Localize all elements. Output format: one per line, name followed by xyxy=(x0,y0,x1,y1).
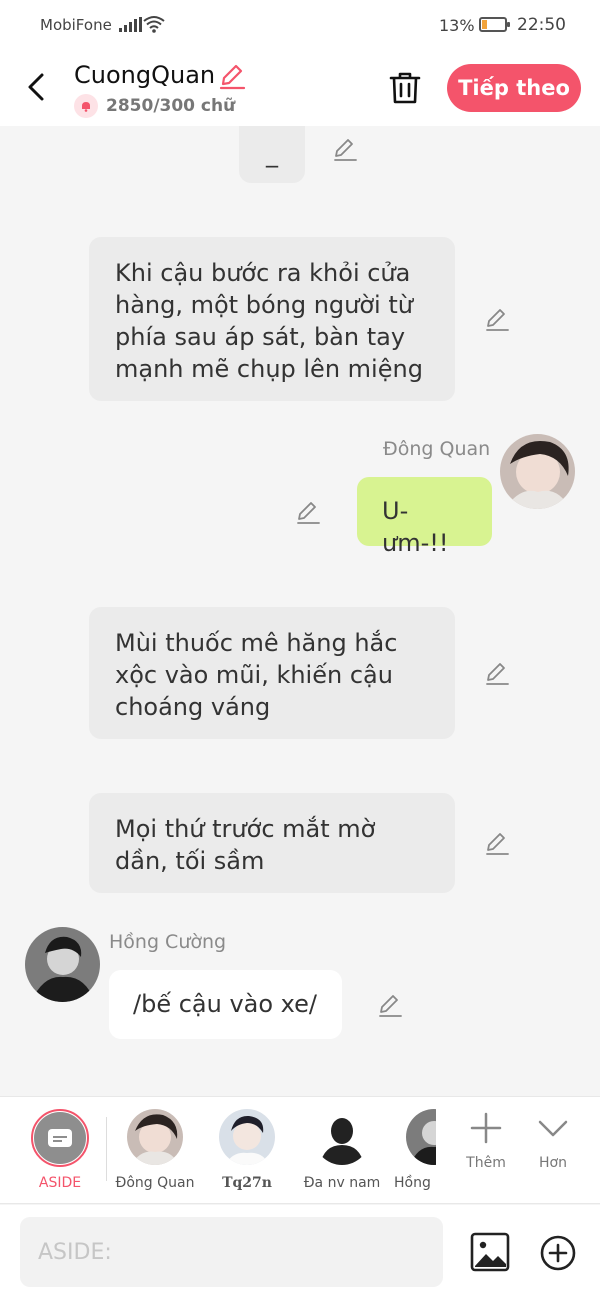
narration-text: Mọi thứ trước mắt mờ dần, tối sầm xyxy=(115,815,376,875)
signal-icon xyxy=(119,17,142,32)
narration-bubble[interactable]: Mọi thứ trước mắt mờ dần, tối sầm xyxy=(89,793,455,893)
divider xyxy=(106,1117,107,1181)
edit-message-icon[interactable] xyxy=(484,306,510,332)
edit-message-icon[interactable] xyxy=(295,499,321,525)
sender-name: Hồng Cường xyxy=(109,931,227,953)
app-header: CuongQuan 2850/300 chữ Tiếp theo xyxy=(0,52,600,126)
back-arrow-icon[interactable] xyxy=(22,70,52,104)
character-label: Hồng xyxy=(394,1175,431,1191)
character-hong[interactable]: Hồng xyxy=(394,1109,436,1191)
character-dong-quan[interactable]: Đông Quan xyxy=(115,1109,195,1191)
chat-bubble-icon xyxy=(48,1129,72,1147)
edit-message-icon[interactable] xyxy=(484,660,510,686)
composer xyxy=(0,1205,600,1300)
battery-percent: 13% xyxy=(439,16,475,35)
character-label: Tq27n xyxy=(222,1175,272,1191)
narration-text: Khi cậu bước ra khỏi cửa hàng, một bóng … xyxy=(115,259,423,383)
aside-avatar xyxy=(31,1109,89,1167)
battery-icon xyxy=(479,17,510,32)
narration-text: Mùi thuốc mê hăng hắc xộc vào mũi, khiến… xyxy=(115,629,398,721)
bell-icon xyxy=(74,94,98,118)
edit-message-icon[interactable] xyxy=(484,830,510,856)
edit-message-icon[interactable] xyxy=(377,992,403,1018)
add-circle-icon[interactable] xyxy=(540,1235,576,1271)
trash-icon[interactable] xyxy=(388,70,422,106)
add-label: Thêm xyxy=(466,1155,506,1171)
wifi-icon xyxy=(143,16,165,33)
narration-bubble[interactable]: _ xyxy=(239,126,305,183)
carrier-name: MobiFone xyxy=(40,16,112,34)
avatar[interactable] xyxy=(500,434,575,509)
dialogue-text: /bế cậu vào xe/ xyxy=(133,990,317,1018)
word-count-row: 2850/300 chữ xyxy=(74,94,235,118)
character-selector: ASIDE Đông Quan Tq27n Đa nv nam Hồng Thê… xyxy=(0,1096,600,1204)
character-tq27n[interactable]: Tq27n xyxy=(215,1109,279,1191)
dialogue-bubble[interactable]: U-ưm-!! xyxy=(357,477,492,557)
character-label: Đa nv nam xyxy=(303,1175,381,1191)
message-input[interactable] xyxy=(20,1217,443,1287)
dialogue-bubble[interactable]: /bế cậu vào xe/ xyxy=(109,970,342,1039)
word-count: 2850/300 chữ xyxy=(106,96,236,116)
character-aside[interactable]: ASIDE xyxy=(29,1109,91,1191)
dialogue-text: U-ưm-!! xyxy=(382,497,449,557)
more-label: Hơn xyxy=(539,1155,567,1171)
sender-name: Đông Quan xyxy=(383,438,491,460)
avatar xyxy=(127,1109,183,1165)
next-button[interactable]: Tiếp theo xyxy=(447,64,581,112)
story-title[interactable]: CuongQuan xyxy=(74,61,215,89)
status-bar: MobiFone 13% 22:50 xyxy=(0,0,600,52)
character-label: Đông Quan xyxy=(115,1175,195,1191)
add-character-button[interactable]: Thêm xyxy=(466,1111,506,1171)
edit-message-icon[interactable] xyxy=(332,136,358,162)
narration-bubble[interactable]: Mùi thuốc mê hăng hắc xộc vào mũi, khiến… xyxy=(89,607,455,739)
character-da-nv-nam[interactable]: Đa nv nam xyxy=(300,1109,384,1191)
character-label: ASIDE xyxy=(38,1175,82,1191)
avatar xyxy=(219,1109,275,1165)
chat-area[interactable]: _ Khi cậu bước ra khỏi cửa hàng, một bón… xyxy=(0,126,600,1096)
avatar[interactable] xyxy=(25,927,100,1002)
clock: 22:50 xyxy=(517,15,566,35)
more-characters-button[interactable]: Hơn xyxy=(535,1111,571,1171)
plus-icon xyxy=(470,1112,502,1144)
avatar xyxy=(406,1109,436,1165)
narration-bubble[interactable]: Khi cậu bước ra khỏi cửa hàng, một bóng … xyxy=(89,237,455,401)
image-icon[interactable] xyxy=(470,1232,510,1272)
chevron-down-icon xyxy=(538,1120,568,1137)
avatar xyxy=(314,1109,370,1165)
narration-text: _ xyxy=(266,140,278,168)
edit-title-icon[interactable] xyxy=(218,62,246,90)
